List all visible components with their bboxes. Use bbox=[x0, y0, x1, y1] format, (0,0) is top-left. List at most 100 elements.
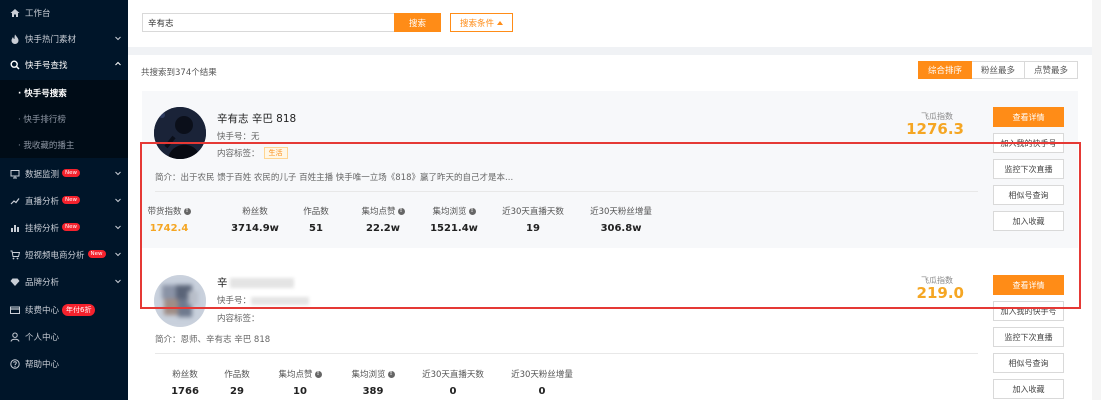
stat-fans-growth: 近30天粉丝增量 306.8w bbox=[585, 205, 657, 234]
avatar[interactable] bbox=[154, 107, 206, 159]
add-favorite-button[interactable]: 加入收藏 bbox=[993, 211, 1064, 231]
new-badge: New bbox=[62, 223, 81, 231]
stat-avg-views: 集均浏览! 1521.4w bbox=[427, 205, 481, 234]
diamond-icon bbox=[9, 276, 21, 288]
home-icon bbox=[9, 7, 21, 19]
search-panel: 搜索 搜索条件 bbox=[128, 0, 1092, 47]
similar-search-button[interactable]: 相似号查询 bbox=[993, 185, 1064, 205]
chevron-down-icon bbox=[115, 171, 121, 176]
chevron-down-icon bbox=[115, 36, 121, 41]
stat-value: 1742.4 bbox=[149, 223, 189, 234]
kuaishou-id-label: 快手号： bbox=[217, 132, 252, 142]
stat-label: 作品数 bbox=[303, 207, 329, 217]
sidebar-item-list-analysis[interactable]: 挂榜分析 New bbox=[0, 215, 128, 241]
search-button[interactable]: 搜索 bbox=[394, 13, 441, 32]
sidebar-item-renewal[interactable]: 续费中心 年付6折 bbox=[0, 297, 128, 323]
sidebar-sub-account-search[interactable]: · 快手号搜索 bbox=[0, 80, 128, 106]
card-icon bbox=[9, 304, 21, 316]
sidebar-item-brand-analysis[interactable]: 品牌分析 bbox=[0, 269, 128, 295]
sort-comprehensive[interactable]: 综合排序 bbox=[917, 61, 972, 79]
sidebar-item-label: 续费中心 bbox=[25, 306, 60, 316]
sidebar: 工作台 快手热门素材 快手号查找 · 快手号搜索 · 快手排行榜 · 我收藏的播… bbox=[0, 0, 128, 400]
main-content: 搜索 搜索条件 共搜索到374个结果 综合排序 粉丝最多 点赞最多 bbox=[128, 0, 1101, 400]
sidebar-item-label: 个人中心 bbox=[25, 333, 60, 343]
stat-label: 粉丝数 bbox=[242, 207, 268, 217]
sidebar-item-live-analysis[interactable]: 直播分析 New bbox=[0, 188, 128, 214]
stat-works: 作品数 29 bbox=[214, 368, 260, 397]
info-icon[interactable]: ! bbox=[183, 207, 191, 215]
info-icon[interactable]: ! bbox=[387, 370, 395, 378]
sort-most-fans[interactable]: 粉丝最多 bbox=[971, 61, 1025, 79]
stat-fans-growth: 近30天粉丝增量 0 bbox=[506, 368, 578, 397]
sidebar-item-label: 挂榜分析 bbox=[25, 224, 60, 234]
stat-label: 近30天直播天数 bbox=[502, 207, 564, 217]
stat-live-days: 近30天直播天数 19 bbox=[497, 205, 569, 234]
sidebar-item-account-search[interactable]: 快手号查找 bbox=[0, 52, 128, 78]
stat-label: 集均浏览 bbox=[351, 370, 386, 380]
account-name[interactable]: 辛 bbox=[217, 275, 294, 290]
info-icon[interactable]: ! bbox=[314, 370, 322, 378]
feigua-index-value: 219.0 bbox=[916, 284, 964, 302]
filter-label: 搜索条件 bbox=[459, 18, 494, 29]
sidebar-sub-favorites[interactable]: · 我收藏的播主 bbox=[0, 132, 128, 158]
result-count: 共搜索到374个结果 bbox=[141, 68, 217, 78]
sidebar-item-workbench[interactable]: 工作台 bbox=[0, 0, 128, 26]
new-badge: New bbox=[62, 169, 81, 177]
stat-avg-likes: 集均点赞! 10 bbox=[273, 368, 327, 397]
stat-label: 近30天粉丝增量 bbox=[590, 207, 652, 217]
sidebar-item-profile[interactable]: 个人中心 bbox=[0, 324, 128, 350]
info-icon[interactable]: ! bbox=[468, 207, 476, 215]
kuaishou-id: 快手号：无 bbox=[217, 130, 260, 142]
stat-value: 1521.4w bbox=[430, 223, 478, 234]
view-details-button[interactable]: 查看详情 bbox=[993, 275, 1064, 295]
kuaishou-id-label: 快手号： bbox=[217, 296, 252, 306]
user-icon bbox=[9, 331, 21, 343]
similar-search-button[interactable]: 相似号查询 bbox=[993, 353, 1064, 373]
chevron-up-icon bbox=[115, 61, 121, 66]
stat-works: 作品数 51 bbox=[293, 205, 339, 234]
bar-chart-icon bbox=[9, 222, 21, 234]
scrollbar[interactable] bbox=[1092, 0, 1101, 400]
stat-label: 作品数 bbox=[224, 370, 250, 380]
stat-value: 10 bbox=[293, 386, 307, 397]
stat-fans: 粉丝数 1766 bbox=[162, 368, 208, 397]
avatar[interactable] bbox=[154, 275, 206, 327]
sidebar-item-help[interactable]: 帮助中心 bbox=[0, 351, 128, 377]
add-my-account-button[interactable]: 加入我的快手号 bbox=[993, 301, 1064, 321]
monitor-live-button[interactable]: 监控下次直播 bbox=[993, 159, 1064, 179]
help-icon bbox=[9, 358, 21, 370]
sidebar-item-label: 直播分析 bbox=[25, 197, 60, 207]
action-group: 查看详情 加入我的快手号 监控下次直播 相似号查询 加入收藏 bbox=[993, 107, 1064, 231]
sidebar-item-ecommerce-analysis[interactable]: 短视频电商分析 New bbox=[0, 242, 128, 268]
account-name[interactable]: 辛有志 辛巴 818 bbox=[217, 111, 296, 126]
sidebar-sub-ranking[interactable]: · 快手排行榜 bbox=[0, 106, 128, 132]
search-filter-button[interactable]: 搜索条件 bbox=[450, 13, 513, 32]
stat-avg-likes: 集均点赞! 22.2w bbox=[356, 205, 410, 234]
stat-value: 51 bbox=[309, 223, 323, 234]
sidebar-item-monitor[interactable]: 数据监测 New bbox=[0, 161, 128, 187]
sort-most-likes[interactable]: 点赞最多 bbox=[1024, 61, 1078, 79]
stat-value: 389 bbox=[362, 386, 384, 397]
result-panel: 共搜索到374个结果 综合排序 粉丝最多 点赞最多 辛有志 辛巴 818 快手号… bbox=[128, 55, 1092, 400]
add-favorite-button[interactable]: 加入收藏 bbox=[993, 379, 1064, 399]
account-intro: 简介：恩师、辛有志 辛巴 818 bbox=[155, 335, 271, 345]
sidebar-item-hot-material[interactable]: 快手热门素材 bbox=[0, 26, 128, 52]
view-details-button[interactable]: 查看详情 bbox=[993, 107, 1064, 127]
stat-value: 19 bbox=[526, 223, 540, 234]
content-tags: 内容标签： 生活 bbox=[217, 147, 288, 159]
stat-fans: 粉丝数 3714.9w bbox=[230, 205, 280, 234]
info-icon[interactable]: ! bbox=[397, 207, 405, 215]
action-group: 查看详情 加入我的快手号 监控下次直播 相似号查询 加入收藏 bbox=[993, 275, 1064, 399]
add-my-account-button[interactable]: 加入我的快手号 bbox=[993, 133, 1064, 153]
stat-label: 近30天直播天数 bbox=[422, 370, 484, 380]
monitor-icon bbox=[9, 168, 21, 180]
monitor-live-button[interactable]: 监控下次直播 bbox=[993, 327, 1064, 347]
account-intro: 简介：出于农民 馈于百姓 农民的儿子 百姓主播 快手唯一立场《818》赢了昨天的… bbox=[155, 173, 514, 183]
sidebar-item-label: 短视频电商分析 bbox=[25, 251, 85, 261]
search-input[interactable] bbox=[142, 13, 394, 32]
feigua-index-value: 1276.3 bbox=[906, 120, 964, 138]
stat-value: 1766 bbox=[171, 386, 199, 397]
stat-value: 306.8w bbox=[600, 223, 642, 234]
stat-label: 粉丝数 bbox=[172, 370, 198, 380]
content-tag-label: 内容标签： bbox=[217, 149, 260, 159]
